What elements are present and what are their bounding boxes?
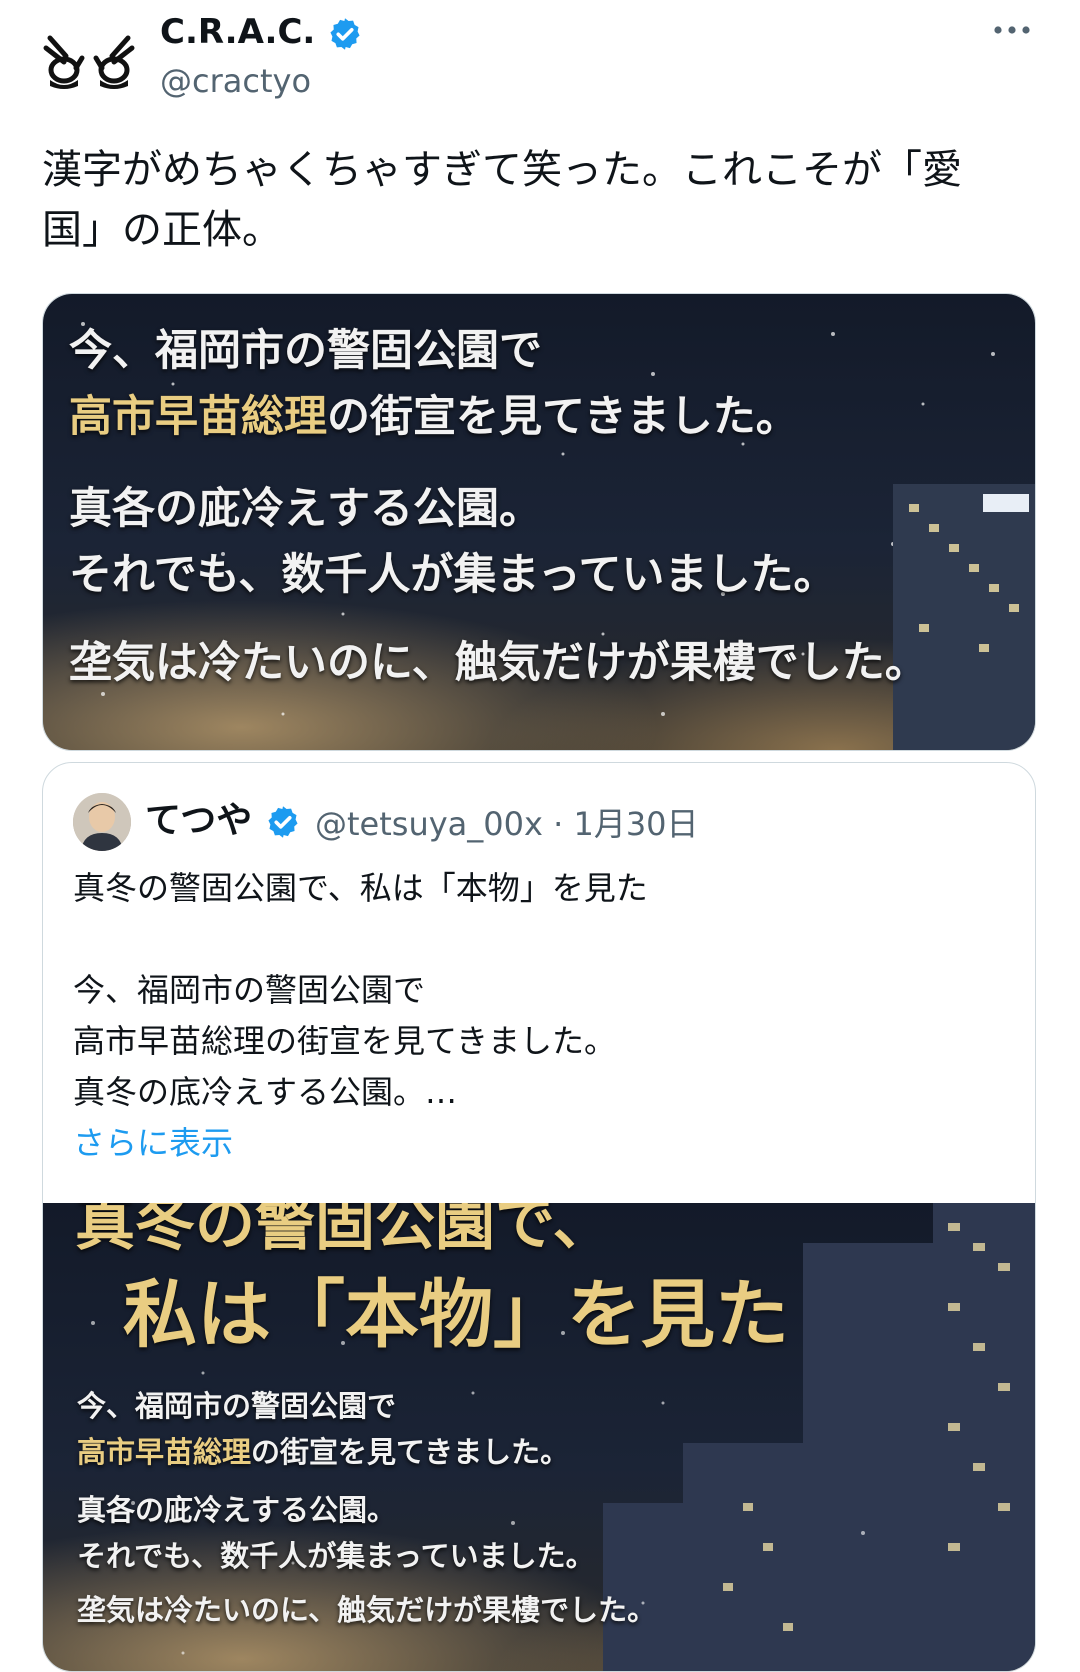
tweet-text-line: 漢字がめちゃくちゃすぎて笑った。これこそが「愛 (42, 147, 962, 193)
tweet-text-line: 国」の正体。 (42, 207, 282, 253)
image-text-highlight: 高市早苗総理 (69, 392, 327, 442)
image-text-line: 今、福岡市の警固公園で (77, 1389, 397, 1423)
image-text-highlight: 高市早苗総理 (77, 1435, 252, 1469)
image-text-line: それでも、数千人が集まっていました。 (77, 1539, 595, 1573)
ok-hands-logo-icon (43, 35, 135, 89)
image-headline: 私は「本物」を見た (123, 1272, 789, 1358)
author-handle[interactable]: @cractyo (160, 62, 311, 100)
quote-meta: @tetsuya_00x · 1月30日 (315, 799, 699, 845)
image-text-line: それでも、数千人が集まっていました。 (69, 550, 837, 600)
more-options-icon[interactable] (992, 18, 1032, 42)
image-text-line: 高市早苗総理の街宣を見てきました。 (69, 382, 799, 444)
image-text-line: 垄気は冷たいのに、触気だけが果樓でした。 (69, 638, 928, 688)
quote-text-line: 真冬の警固公園で、私は「本物」を見た (73, 869, 648, 907)
verified-badge-icon (330, 17, 360, 50)
quote-author-name[interactable]: てつや (145, 800, 252, 841)
image-top-line: 真冬の警固公園で、 (75, 1203, 613, 1259)
author-name-row[interactable]: C.R.A.C. (160, 12, 363, 52)
quote-text: 真冬の警固公園で、私は「本物」を見た 今、福岡市の警固公園で 高市早苗総理の街宣… (73, 863, 1003, 1169)
image-text-line: 高市早苗総理の街宣を見てきました。 (77, 1429, 569, 1471)
quote-text-line: 今、福岡市の警固公園で (73, 971, 426, 1009)
author-avatar[interactable] (42, 28, 136, 92)
image-text-rest: の街宣を見てきました。 (327, 392, 799, 442)
image-text-line: 垄気は冷たいのに、触気だけが果樓でした。 (77, 1593, 657, 1627)
verified-badge-icon (268, 806, 298, 838)
author-name[interactable]: C.R.A.C. (160, 12, 315, 52)
quote-text-line: 高市早苗総理の街宣を見てきました。 (73, 1022, 617, 1060)
image-text-line: 真各の庛冷えする公園。 (77, 1493, 397, 1527)
quote-author-avatar[interactable] (73, 793, 131, 851)
image-text-rest: の街宣を見てきました。 (251, 1435, 570, 1469)
image-text-line: 真各の庛冷えする公園。 (69, 484, 542, 534)
quoted-tweet[interactable]: てつや @tetsuya_00x · 1月30日 真冬の警固公園で、私は「本物」… (42, 762, 1036, 1672)
quote-text-line: 真冬の底冷えする公園。… (73, 1073, 458, 1111)
quote-author-name-row[interactable]: てつや (145, 791, 301, 843)
show-more-link[interactable]: さらに表示 (73, 1118, 1003, 1169)
quote-date[interactable]: 1月30日 (573, 805, 698, 843)
meta-separator: · (553, 805, 564, 843)
image-text-line: 今、福岡市の警固公園で (69, 326, 542, 376)
person-avatar-icon (73, 793, 131, 851)
tweet-text: 漢字がめちゃくちゃすぎて笑った。これこそが「愛 国」の正体。 (42, 140, 1032, 260)
quote-text-line (73, 914, 1003, 965)
quoted-tweet-image[interactable]: 真冬の警固公園で、 私は「本物」を見た 今、福岡市の警固公園で 高市早苗総理の街… (43, 1203, 1035, 1671)
tweet-image[interactable]: 今、福岡市の警固公園で 高市早苗総理の街宣を見てきました。 真各の庛冷えする公園… (42, 293, 1036, 751)
quote-author-handle[interactable]: @tetsuya_00x (315, 805, 543, 843)
